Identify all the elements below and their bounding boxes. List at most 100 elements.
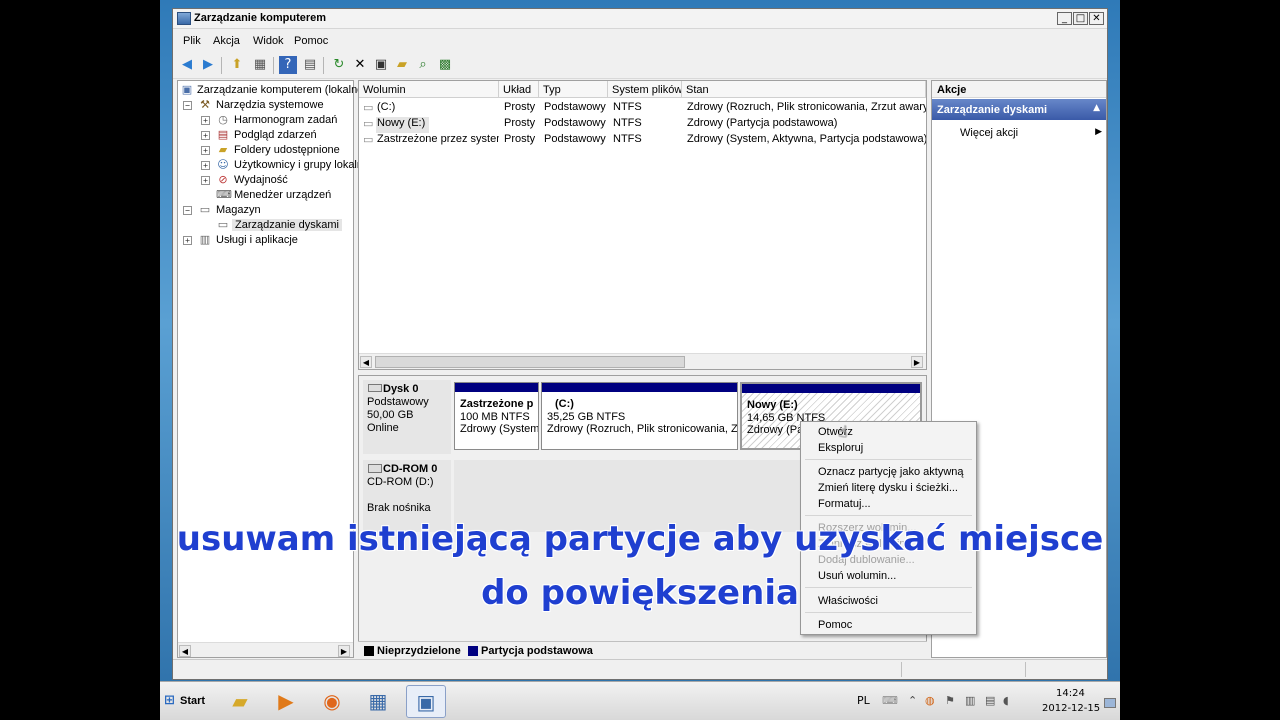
actions-section-disk-mgmt[interactable]: Zarządzanie dyskami ▲ bbox=[932, 99, 1106, 120]
device-manager-icon: ⌨ bbox=[216, 188, 232, 201]
collapse-arrow-icon[interactable]: ▲ bbox=[1093, 103, 1100, 113]
drive-icon: ▭ bbox=[363, 133, 374, 146]
help-icon[interactable]: ? bbox=[279, 56, 297, 74]
open-folder-icon[interactable]: ▰ bbox=[393, 56, 411, 74]
action-pane-icon[interactable]: ▤ bbox=[301, 56, 319, 74]
event-viewer-icon: ▤ bbox=[217, 128, 229, 141]
app-icon bbox=[177, 12, 191, 25]
search-icon[interactable]: ⌕ bbox=[414, 56, 432, 74]
disk0-info[interactable]: Dysk 0 Podstawowy 50,00 GB Online bbox=[363, 380, 451, 454]
expand-icon[interactable]: + bbox=[201, 146, 210, 155]
mouse-cursor-icon: ☝ bbox=[838, 422, 848, 441]
volume-icon[interactable]: ◖ bbox=[1003, 694, 1009, 707]
performance-icon: ⊘ bbox=[218, 173, 228, 186]
menu-view[interactable]: Widok bbox=[253, 35, 284, 47]
menu-action[interactable]: Akcja bbox=[213, 35, 240, 47]
language-indicator[interactable]: PL bbox=[857, 694, 870, 707]
clock-time[interactable]: 14:24 bbox=[1056, 688, 1085, 699]
services-icon: ▥ bbox=[199, 233, 211, 246]
tools-icon: ⚒ bbox=[200, 98, 210, 111]
show-hidden-icons-icon[interactable]: ⌃ bbox=[908, 694, 917, 707]
column-layout[interactable]: Układ bbox=[499, 81, 539, 98]
users-icon: ☺ bbox=[217, 158, 229, 171]
control-panel-taskbar-icon[interactable]: ▦ bbox=[358, 685, 398, 718]
menu-bar: Plik Akcja Widok Pomoc bbox=[173, 30, 1107, 52]
windows-logo-icon: ⊞ bbox=[164, 693, 175, 708]
actions-header: Akcje bbox=[932, 81, 1106, 98]
ctx-mark-active[interactable]: Oznacz partycję jako aktywną bbox=[818, 466, 964, 478]
cdrom-icon bbox=[368, 464, 382, 473]
volume-list: Wolumin Układ Typ System plików Stan ▭ (… bbox=[358, 80, 927, 370]
more-actions-link[interactable]: Więcej akcji ▶ bbox=[960, 127, 1102, 139]
column-filesystem[interactable]: System plików bbox=[608, 81, 682, 98]
toolbar: ◀ ▶ ⬆ ▦ ? ▤ ↻ ✕ ▣ ▰ ⌕ ▩ bbox=[173, 53, 1107, 79]
column-volume[interactable]: Wolumin bbox=[359, 81, 499, 98]
scroll-right-icon[interactable]: ▶ bbox=[338, 645, 350, 657]
start-button[interactable]: ⊞ Start bbox=[162, 689, 210, 713]
list-horizontal-scrollbar[interactable]: ◀ ▶ bbox=[359, 353, 926, 369]
back-icon[interactable]: ◀ bbox=[178, 56, 196, 74]
taskbar: ⊞ Start ▰ ▶ ◉ ▦ ▣ PL ⌨ ⌃ ◍ ⚑ ▥ ▤ ◖ 14:24… bbox=[160, 681, 1120, 720]
show-desktop-icon[interactable] bbox=[1104, 698, 1116, 708]
scroll-left-icon[interactable]: ◀ bbox=[360, 356, 372, 368]
security-icon[interactable]: ◍ bbox=[925, 694, 935, 707]
clock-date[interactable]: 2012-12-15 bbox=[1042, 703, 1100, 714]
minimize-button[interactable]: _ bbox=[1057, 12, 1072, 25]
unallocated-swatch bbox=[364, 646, 374, 656]
disk-icon bbox=[368, 384, 382, 392]
scroll-left-icon[interactable]: ◀ bbox=[179, 645, 191, 657]
expand-icon[interactable]: + bbox=[201, 116, 210, 125]
expand-icon[interactable]: + bbox=[183, 236, 192, 245]
up-folder-icon[interactable]: ⬆ bbox=[228, 56, 246, 74]
maximize-button[interactable]: □ bbox=[1073, 12, 1088, 25]
media-player-taskbar-icon[interactable]: ▶ bbox=[266, 685, 306, 718]
menu-help[interactable]: Pomoc bbox=[294, 35, 328, 47]
partition-c[interactable]: (C:) 35,25 GB NTFS Zdrowy (Rozruch, Plik… bbox=[541, 382, 738, 450]
status-bar bbox=[173, 659, 1107, 679]
collapse-icon[interactable]: − bbox=[183, 101, 192, 110]
refresh-icon[interactable]: ↻ bbox=[330, 56, 348, 74]
drive-icon: ▭ bbox=[363, 117, 374, 130]
expand-icon[interactable]: + bbox=[201, 131, 210, 140]
legend: Nieprzydzielone Partycja podstawowa bbox=[358, 641, 927, 659]
storage-icon: ▭ bbox=[199, 203, 211, 216]
keyboard-icon[interactable]: ⌨ bbox=[882, 694, 898, 707]
expand-icon[interactable]: + bbox=[201, 161, 210, 170]
forward-icon[interactable]: ▶ bbox=[199, 56, 217, 74]
computer-mgmt-taskbar-icon[interactable]: ▣ bbox=[406, 685, 446, 718]
clock-icon: ◷ bbox=[218, 113, 228, 126]
explorer-taskbar-icon[interactable]: ▰ bbox=[220, 685, 260, 718]
column-type[interactable]: Typ bbox=[539, 81, 608, 98]
properties-icon[interactable]: ▣ bbox=[372, 56, 390, 74]
drive-icon: ▭ bbox=[363, 101, 374, 114]
title-bar[interactable]: Zarządzanie komputerem _ □ ✕ bbox=[173, 9, 1107, 29]
ctx-help[interactable]: Pomoc bbox=[818, 619, 852, 631]
scroll-thumb[interactable] bbox=[375, 356, 685, 368]
window-title: Zarządzanie komputerem bbox=[194, 12, 327, 24]
device-icon[interactable]: ▤ bbox=[985, 694, 995, 707]
action-center-flag-icon[interactable]: ⚑ bbox=[945, 694, 955, 707]
submenu-arrow-icon: ▶ bbox=[1095, 127, 1102, 137]
caption-line-2: do powiększenia bbox=[481, 573, 799, 613]
close-button[interactable]: ✕ bbox=[1089, 12, 1104, 25]
ctx-explore[interactable]: Eksploruj bbox=[818, 442, 863, 454]
collapse-icon[interactable]: − bbox=[183, 206, 192, 215]
computer-mgmt-icon: ▣ bbox=[181, 83, 193, 96]
ctx-change-letter[interactable]: Zmień literę dysku i ścieżki... bbox=[818, 482, 958, 494]
tree-horizontal-scrollbar[interactable]: ◀ ▶ bbox=[178, 642, 353, 657]
caption-line-1: usuwam istniejącą partycje aby uzyskać m… bbox=[176, 519, 1104, 559]
disk-mgmt-icon: ▭ bbox=[217, 218, 229, 231]
navigation-tree: ▣ Zarządzanie komputerem (lokalne) − ⚒ N… bbox=[177, 80, 369, 658]
settings-icon[interactable]: ▩ bbox=[436, 56, 454, 74]
primary-swatch bbox=[468, 646, 478, 656]
network-icon[interactable]: ▥ bbox=[965, 694, 975, 707]
ctx-format[interactable]: Formatuj... bbox=[818, 498, 871, 510]
expand-icon[interactable]: + bbox=[201, 176, 210, 185]
show-tree-icon[interactable]: ▦ bbox=[251, 56, 269, 74]
delete-icon[interactable]: ✕ bbox=[351, 56, 369, 74]
partition-system-reserved[interactable]: Zastrzeżone p 100 MB NTFS Zdrowy (System bbox=[454, 382, 539, 450]
column-status[interactable]: Stan bbox=[682, 81, 926, 98]
scroll-right-icon[interactable]: ▶ bbox=[911, 356, 923, 368]
firefox-taskbar-icon[interactable]: ◉ bbox=[312, 685, 352, 718]
menu-file[interactable]: Plik bbox=[183, 35, 201, 47]
